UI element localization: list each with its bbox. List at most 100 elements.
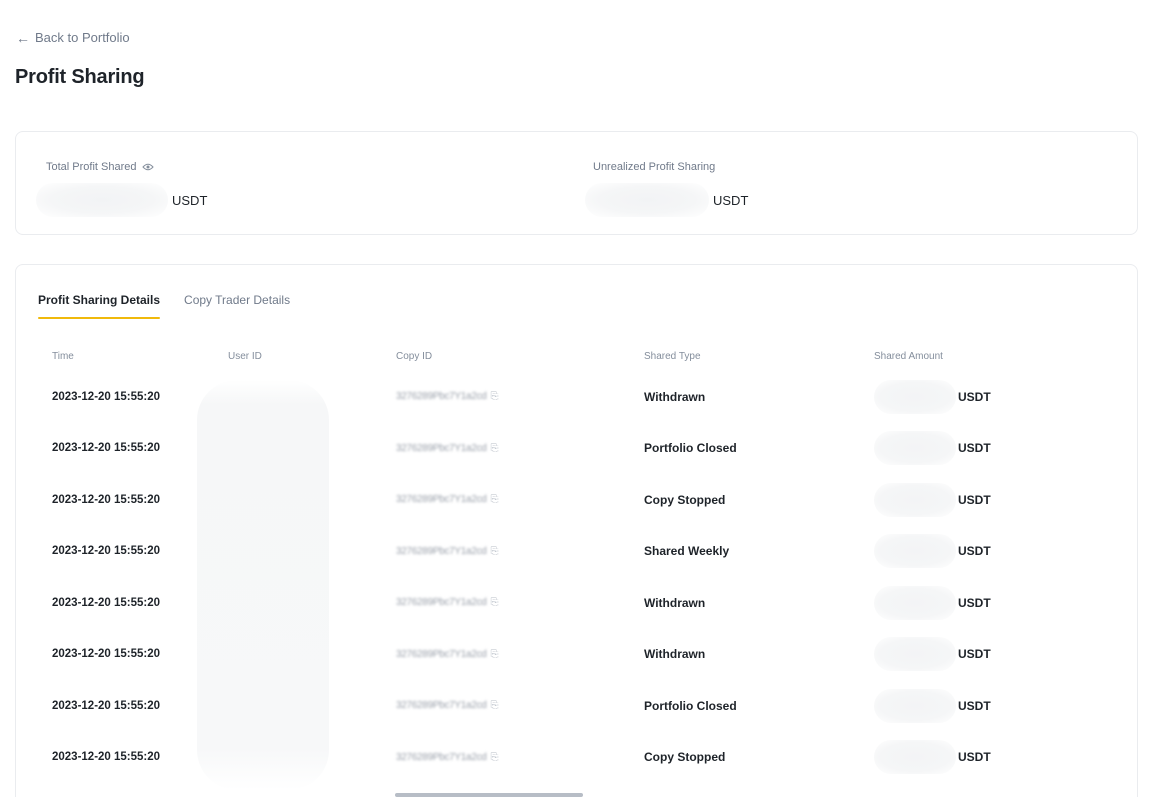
redacted-amount: [874, 482, 956, 517]
redacted-user-ids: [197, 380, 329, 790]
summary-card: Total Profit Shared USDT Unrealized Prof…: [15, 131, 1138, 235]
copy-icon[interactable]: ⎘: [491, 391, 499, 402]
row-copy-id: 3276289Pbc7Y1a2cd ⎘: [396, 423, 499, 475]
copy-icon[interactable]: ⎘: [491, 546, 499, 557]
copy-id-text: 3276289Pbc7Y1a2cd: [396, 442, 487, 454]
row-shared-type: Withdrawn: [644, 389, 706, 404]
copy-icon[interactable]: ⎘: [491, 700, 499, 711]
redacted-amount: [874, 585, 956, 620]
total-unit: USDT: [172, 192, 208, 208]
row-shared-type: Shared Weekly: [644, 544, 730, 559]
amount-unit: USDT: [958, 698, 991, 713]
row-shared-type: Copy Stopped: [644, 750, 726, 765]
amount-unit: USDT: [958, 647, 991, 662]
total-profit-label: Total Profit Shared: [46, 161, 137, 173]
table-row: 2023-12-20 15:55:20 3276289Pbc7Y1a2cd ⎘ Cop…: [16, 732, 1137, 784]
tab-copy-trader-details[interactable]: Copy Trader Details: [184, 293, 290, 319]
amount-unit: USDT: [958, 544, 991, 559]
row-time: 2023-12-20 15:55:20: [52, 390, 161, 403]
tab-profit-sharing-details[interactable]: Profit Sharing Details: [38, 293, 161, 319]
profit-sharing-table: Time User ID Copy ID Shared Type Shared …: [16, 345, 1137, 783]
row-time: 2023-12-20 15:55:20: [52, 596, 161, 609]
redacted-value: [36, 183, 168, 217]
copy-icon[interactable]: ⎘: [491, 597, 499, 608]
row-shared-type: Portfolio Closed: [644, 698, 737, 713]
header-user-id: User ID: [228, 351, 262, 362]
back-link-label: Back to Portfolio: [35, 30, 130, 45]
row-copy-id: 3276289Pbc7Y1a2cd ⎘: [396, 732, 499, 784]
row-copy-id: 3276289Pbc7Y1a2cd ⎘: [396, 526, 499, 578]
row-shared-type: Portfolio Closed: [644, 441, 737, 456]
table-row: 2023-12-20 15:55:20 3276289Pbc7Y1a2cd ⎘ Wit…: [16, 577, 1137, 629]
unrealized-profit-sharing: Unrealized Profit Sharing USDT: [585, 160, 749, 217]
row-time: 2023-12-20 15:55:20: [52, 699, 161, 712]
row-copy-id: 3276289Pbc7Y1a2cd ⎘: [396, 680, 499, 732]
copy-icon[interactable]: ⎘: [491, 752, 499, 763]
redacted-amount: [874, 431, 956, 466]
row-time: 2023-12-20 15:55:20: [52, 442, 161, 455]
copy-id-text: 3276289Pbc7Y1a2cd: [396, 545, 487, 557]
horizontal-scrollbar[interactable]: [395, 793, 583, 797]
table-row: 2023-12-20 15:55:20 3276289Pbc7Y1a2cd ⎘ Wit…: [16, 629, 1137, 681]
table-row: 2023-12-20 15:55:20 3276289Pbc7Y1a2cd ⎘ Por…: [16, 423, 1137, 475]
row-shared-amount: USDT: [874, 732, 991, 784]
total-profit-shared: Total Profit Shared USDT: [36, 160, 208, 217]
copy-id-text: 3276289Pbc7Y1a2cd: [396, 648, 487, 660]
amount-unit: USDT: [958, 389, 991, 404]
details-tabs: Profit Sharing Details Copy Trader Detai…: [38, 293, 290, 319]
row-shared-amount: USDT: [874, 577, 991, 629]
copy-id-text: 3276289Pbc7Y1a2cd: [396, 597, 487, 609]
table-row: 2023-12-20 15:55:20 3276289Pbc7Y1a2cd ⎘ Por…: [16, 680, 1137, 732]
table-row: 2023-12-20 15:55:20 3276289Pbc7Y1a2cd ⎘ Wit…: [16, 371, 1137, 423]
copy-icon[interactable]: ⎘: [491, 494, 499, 505]
row-shared-amount: USDT: [874, 371, 991, 423]
amount-unit: USDT: [958, 750, 991, 765]
redacted-value: [585, 183, 709, 217]
redacted-amount: [874, 740, 956, 775]
row-shared-type: Withdrawn: [644, 595, 706, 610]
table-row: 2023-12-20 15:55:20 3276289Pbc7Y1a2cd ⎘ Sha…: [16, 526, 1137, 578]
copy-id-text: 3276289Pbc7Y1a2cd: [396, 700, 487, 712]
table-header: Time User ID Copy ID Shared Type Shared …: [16, 345, 1137, 371]
unrealized-label: Unrealized Profit Sharing: [593, 161, 716, 173]
unrealized-unit: USDT: [713, 192, 749, 208]
copy-id-text: 3276289Pbc7Y1a2cd: [396, 751, 487, 763]
row-shared-amount: USDT: [874, 423, 991, 475]
eye-icon[interactable]: [141, 163, 154, 171]
table-row: 2023-12-20 15:55:20 3276289Pbc7Y1a2cd ⎘ Cop…: [16, 474, 1137, 526]
row-time: 2023-12-20 15:55:20: [52, 493, 161, 506]
row-copy-id: 3276289Pbc7Y1a2cd ⎘: [396, 474, 499, 526]
row-shared-amount: USDT: [874, 474, 991, 526]
redacted-amount: [874, 379, 956, 414]
row-shared-type: Withdrawn: [644, 647, 706, 662]
row-shared-amount: USDT: [874, 680, 991, 732]
header-copy-id: Copy ID: [396, 351, 433, 362]
arrow-left-icon: ←: [16, 29, 30, 46]
back-to-portfolio-link[interactable]: ← Back to Portfolio: [16, 30, 130, 45]
row-time: 2023-12-20 15:55:20: [52, 751, 161, 764]
amount-unit: USDT: [958, 492, 991, 507]
table-body: 2023-12-20 15:55:20 3276289Pbc7Y1a2cd ⎘ Wit…: [16, 371, 1137, 783]
amount-unit: USDT: [958, 441, 991, 456]
redacted-amount: [874, 637, 956, 672]
row-shared-amount: USDT: [874, 629, 991, 681]
copy-icon[interactable]: ⎘: [491, 649, 499, 660]
row-time: 2023-12-20 15:55:20: [52, 545, 161, 558]
copy-id-text: 3276289Pbc7Y1a2cd: [396, 494, 487, 506]
amount-unit: USDT: [958, 595, 991, 610]
row-copy-id: 3276289Pbc7Y1a2cd ⎘: [396, 577, 499, 629]
redacted-amount: [874, 688, 956, 723]
row-copy-id: 3276289Pbc7Y1a2cd ⎘: [396, 371, 499, 423]
row-copy-id: 3276289Pbc7Y1a2cd ⎘: [396, 629, 499, 681]
redacted-amount: [874, 534, 956, 569]
row-time: 2023-12-20 15:55:20: [52, 648, 161, 661]
details-card: Profit Sharing Details Copy Trader Detai…: [15, 264, 1138, 797]
header-shared-amount: Shared Amount: [874, 351, 943, 362]
header-time: Time: [52, 351, 74, 362]
header-shared-type: Shared Type: [644, 351, 701, 362]
row-shared-type: Copy Stopped: [644, 492, 726, 507]
copy-icon[interactable]: ⎘: [491, 443, 499, 454]
page-title: Profit Sharing: [15, 66, 145, 88]
row-shared-amount: USDT: [874, 526, 991, 578]
copy-id-text: 3276289Pbc7Y1a2cd: [396, 391, 487, 403]
